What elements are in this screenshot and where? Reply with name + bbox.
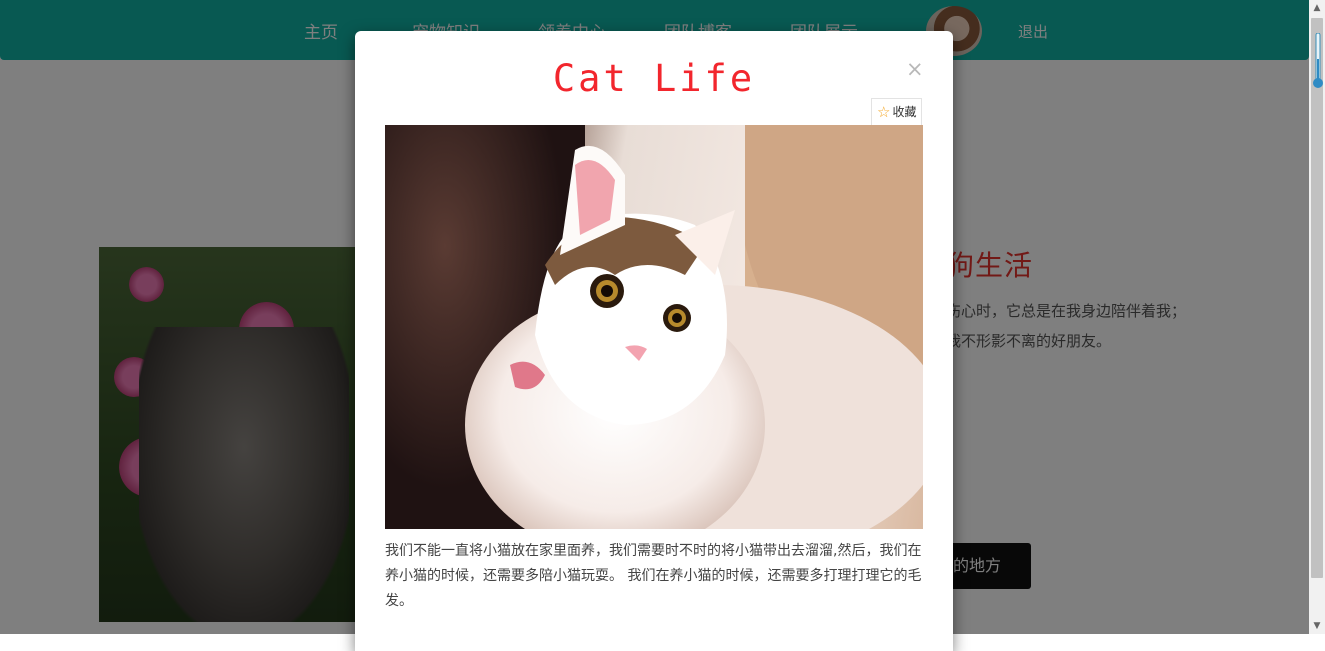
modal-title: Cat Life <box>552 57 756 100</box>
scroll-down-arrow-icon[interactable]: ▼ <box>1309 618 1325 634</box>
modal-paragraph: 我们不能一直将小猫放在家里面养，我们需要时不时的将小猫带出去溜溜,然后，我们在养… <box>385 543 922 609</box>
scroll-up-arrow-icon[interactable]: ▲ <box>1309 0 1325 16</box>
close-icon[interactable]: × <box>906 57 924 81</box>
cat-photo <box>385 125 923 529</box>
scroll-thumb[interactable] <box>1311 18 1323 578</box>
thermometer-icon <box>1313 33 1323 88</box>
page-scrollbar[interactable]: ▲ ▼ <box>1309 0 1325 634</box>
star-icon: ☆ <box>877 103 891 121</box>
cat-life-modal: Cat Life × ☆ 收藏 我们不能一直将小猫放在家里面养，我们需要时不时的… <box>355 31 953 651</box>
cat-illustration <box>385 125 923 529</box>
favorite-label: 收藏 <box>892 105 917 119</box>
favorite-button[interactable]: ☆ 收藏 <box>871 98 923 126</box>
